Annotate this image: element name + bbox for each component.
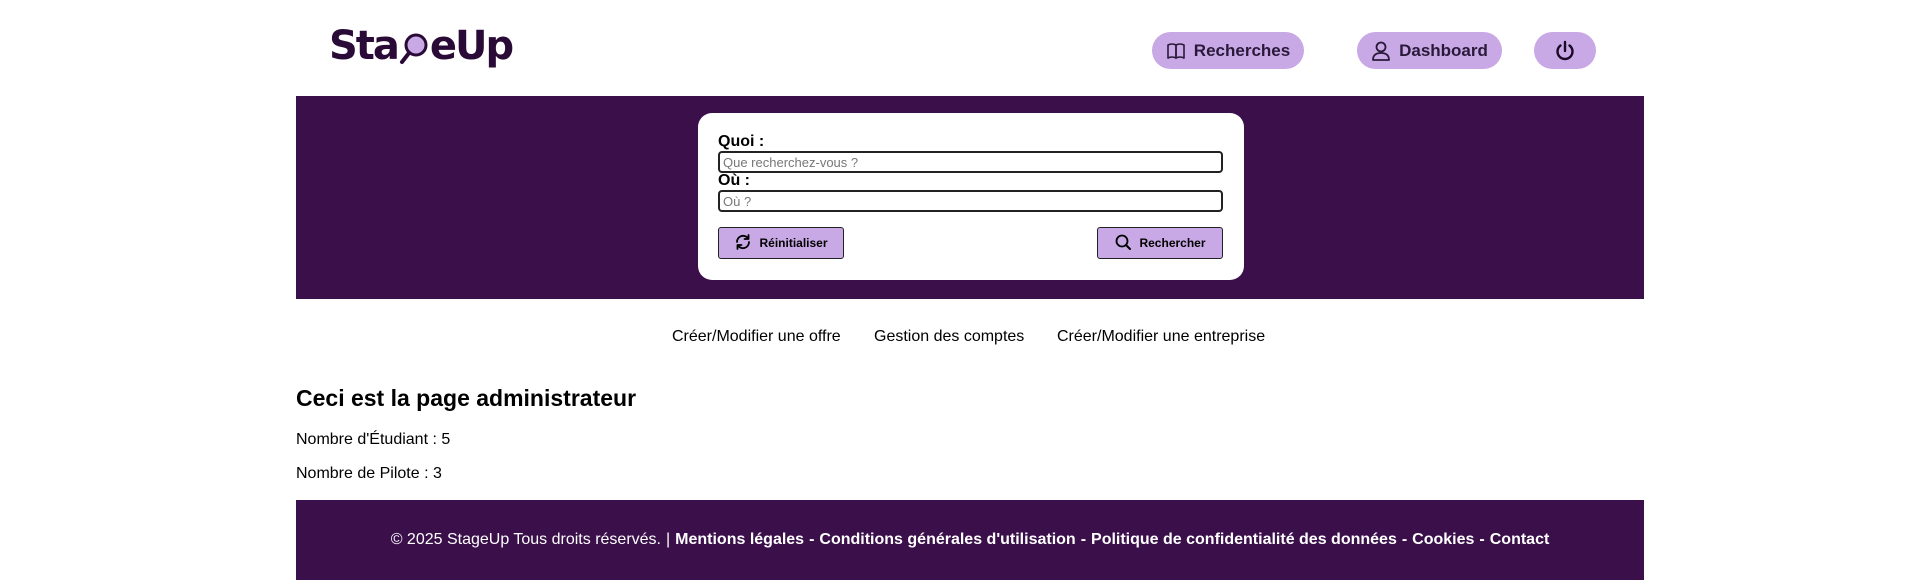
- ou-input[interactable]: [718, 190, 1223, 212]
- footer-link-cookies[interactable]: Cookies: [1412, 531, 1474, 549]
- book-icon: [1166, 42, 1186, 60]
- search-card: Quoi : Où : Réinitialiser Rechercher: [698, 113, 1244, 280]
- recherches-label: Recherches: [1193, 40, 1291, 60]
- footer-dash: -: [1401, 531, 1408, 548]
- search-button[interactable]: Rechercher: [1097, 227, 1223, 259]
- refresh-icon: [734, 233, 752, 254]
- recherches-button[interactable]: Recherches: [1152, 32, 1304, 69]
- footer-link-mentions[interactable]: Mentions légales: [675, 531, 804, 549]
- stageup-logo[interactable]: Sta eUp: [329, 20, 514, 72]
- logo-text-end: eUp: [429, 23, 514, 69]
- reset-button[interactable]: Réinitialiser: [718, 227, 844, 259]
- footer-copyright: © 2025 StageUp Tous droits réservés.: [390, 531, 661, 548]
- search-icon: [1114, 233, 1132, 254]
- magnifier-logo-icon: [399, 26, 429, 66]
- power-icon: [1554, 40, 1576, 62]
- subnav-item-entreprise[interactable]: Créer/Modifier une entreprise: [1057, 328, 1265, 346]
- students-count: Nombre d'Étudiant : 5: [296, 431, 451, 448]
- subnav-item-offre[interactable]: Créer/Modifier une offre: [672, 328, 841, 346]
- reset-label: Réinitialiser: [759, 236, 828, 250]
- search-label: Rechercher: [1139, 236, 1206, 250]
- footer-link-contact[interactable]: Contact: [1490, 531, 1550, 549]
- footer-dash: -: [1479, 531, 1485, 548]
- footer-separator: |: [666, 531, 671, 548]
- footer-link-cgu[interactable]: Conditions générales d'utilisation: [819, 531, 1075, 549]
- admin-subnav: Créer/Modifier une offre Gestion des com…: [0, 328, 1919, 350]
- search-banner: Quoi : Où : Réinitialiser Rechercher: [296, 96, 1644, 299]
- footer-link-privacy[interactable]: Politique de confidentialité des données: [1091, 531, 1397, 549]
- header: Sta eUp Recherches Dashboard: [296, 0, 1644, 96]
- quoi-label: Quoi :: [718, 133, 765, 150]
- footer-dash: -: [809, 531, 815, 548]
- user-icon: [1371, 40, 1391, 62]
- dashboard-label: Dashboard: [1399, 40, 1488, 60]
- ou-label: Où :: [718, 172, 750, 189]
- logout-button[interactable]: [1534, 32, 1596, 69]
- logo-text-start: Sta: [329, 23, 400, 69]
- subnav-item-comptes[interactable]: Gestion des comptes: [874, 328, 1024, 346]
- pilots-count: Nombre de Pilote : 3: [296, 465, 442, 482]
- footer-dash: -: [1080, 531, 1087, 548]
- page-title: Ceci est la page administrateur: [296, 385, 637, 411]
- footer: © 2025 StageUp Tous droits réservés. | M…: [296, 500, 1644, 580]
- quoi-input[interactable]: [718, 151, 1223, 173]
- dashboard-button[interactable]: Dashboard: [1357, 32, 1502, 69]
